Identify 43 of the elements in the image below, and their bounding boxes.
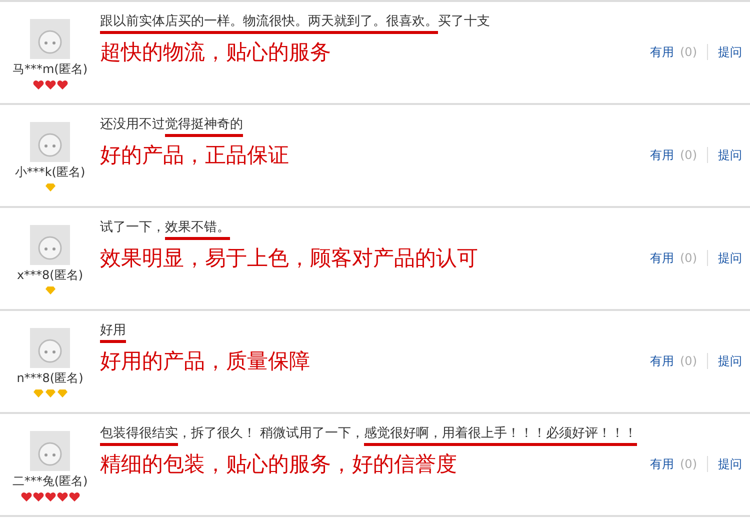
- avatar-icon: [30, 328, 70, 368]
- avatar-icon: [30, 19, 70, 59]
- ask-link[interactable]: 提问: [718, 352, 742, 370]
- user-name: n***8(匿名): [16, 370, 84, 387]
- annotation-text: 精细的包装，贴心的服务，好的信誉度: [100, 451, 457, 478]
- useful-count: (0): [680, 354, 697, 368]
- avatar-icon: [30, 225, 70, 265]
- user-name: 马***m(匿名): [12, 61, 88, 78]
- annotation-text: 好用的产品，质量保障: [100, 348, 310, 375]
- heart-icon: [56, 492, 68, 502]
- diamond-icon: [44, 183, 56, 192]
- useful-count: (0): [680, 457, 697, 471]
- useful-link[interactable]: 有用: [650, 456, 674, 472]
- diamond-icon: [44, 389, 56, 398]
- diamond-icon: [32, 389, 44, 398]
- avatar-icon: [30, 122, 70, 162]
- diamond-icon: [56, 389, 68, 398]
- ask-link[interactable]: 提问: [718, 146, 742, 164]
- heart-icon: [20, 492, 32, 502]
- heart-icon: [32, 80, 44, 90]
- ask-link[interactable]: 提问: [718, 456, 742, 472]
- heart-icon: [44, 492, 56, 502]
- user-name: x***8(匿名): [16, 267, 84, 284]
- useful-count: (0): [680, 148, 697, 162]
- ask-link[interactable]: 提问: [718, 44, 742, 60]
- user-name: 二***兔(匿名): [12, 473, 88, 490]
- annotation-text: 效果明显，易于上色，顾客对产品的认可: [100, 245, 478, 272]
- useful-link[interactable]: 有用: [650, 352, 674, 370]
- heart-icon: [44, 80, 56, 90]
- annotation-text: 好的产品，正品保证: [100, 142, 289, 169]
- useful-link[interactable]: 有用: [650, 250, 674, 266]
- useful-count: (0): [680, 45, 697, 59]
- avatar-icon: [30, 431, 70, 471]
- user-name: 小***k(匿名): [14, 164, 86, 181]
- heart-icon: [68, 492, 80, 502]
- heart-icon: [56, 80, 68, 90]
- ask-link[interactable]: 提问: [718, 250, 742, 266]
- useful-count: (0): [680, 251, 697, 265]
- useful-link[interactable]: 有用: [650, 146, 674, 164]
- heart-icon: [32, 492, 44, 502]
- annotation-text: 超快的物流，贴心的服务: [100, 39, 331, 66]
- useful-link[interactable]: 有用: [650, 44, 674, 60]
- diamond-icon: [44, 286, 56, 295]
